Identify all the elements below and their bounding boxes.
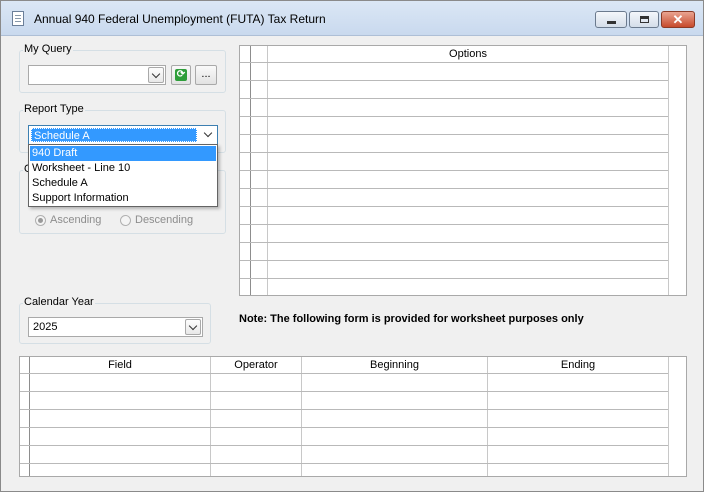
grid-row-line	[240, 80, 668, 81]
calendar-year-combo[interactable]: 2025	[28, 317, 203, 337]
calendar-year-value: 2025	[33, 321, 58, 333]
ascending-radio[interactable]	[35, 215, 46, 226]
worksheet-note: Note: The following form is provided for…	[239, 313, 584, 325]
report-type-selected: Schedule A	[31, 128, 197, 142]
grid-row-line	[20, 463, 668, 464]
grid-row-line	[20, 409, 668, 410]
grid-row-line	[240, 206, 668, 207]
grid-row-line	[20, 427, 668, 428]
close-icon: ✕	[672, 12, 684, 27]
grid-row-line	[240, 170, 668, 171]
dropdown-option[interactable]: Worksheet - Line 10	[30, 161, 216, 176]
grid-column-divider	[487, 357, 488, 476]
app-window: Annual 940 Federal Unemployment (FUTA) T…	[0, 0, 704, 492]
maximize-button[interactable]	[629, 11, 659, 28]
beginning-column-header[interactable]: Beginning	[302, 359, 487, 371]
grid-row-line	[20, 445, 668, 446]
close-button[interactable]: ✕	[661, 11, 695, 28]
my-query-label: My Query	[23, 43, 73, 55]
dropdown-option[interactable]: 940 Draft	[30, 146, 216, 161]
chevron-down-icon[interactable]	[148, 67, 164, 83]
window-title: Annual 940 Federal Unemployment (FUTA) T…	[34, 12, 326, 26]
report-type-dropdown[interactable]: 940 Draft Worksheet - Line 10 Schedule A…	[28, 144, 218, 207]
report-type-label: Report Type	[23, 103, 85, 115]
ending-column-header[interactable]: Ending	[488, 359, 668, 371]
descending-label: Descending	[135, 214, 194, 226]
criteria-grid[interactable]: Field Operator Beginning Ending	[19, 356, 687, 477]
grid-row-line	[240, 134, 668, 135]
report-type-combo[interactable]: Schedule A	[28, 125, 218, 145]
title-bar[interactable]: Annual 940 Federal Unemployment (FUTA) T…	[1, 1, 703, 36]
chevron-down-icon[interactable]	[185, 319, 201, 335]
grid-column-divider	[210, 357, 211, 476]
grid-row-line	[240, 188, 668, 189]
document-icon	[12, 11, 24, 26]
grid-row-line	[20, 391, 668, 392]
grid-row-header-divider	[29, 357, 30, 476]
grid-row-line	[20, 373, 668, 374]
browse-query-button[interactable]: ...	[195, 65, 217, 85]
grid-row-line	[240, 62, 668, 63]
grid-row-line	[240, 224, 668, 225]
grid-row-line	[240, 98, 668, 99]
operator-column-header[interactable]: Operator	[211, 359, 301, 371]
my-query-combo[interactable]	[28, 65, 166, 85]
calendar-year-label: Calendar Year	[23, 296, 95, 308]
dropdown-option[interactable]: Support Information	[30, 191, 216, 206]
grid-column-divider	[267, 46, 268, 295]
options-grid[interactable]: Options	[239, 45, 687, 296]
descending-radio[interactable]	[120, 215, 131, 226]
grid-row-line	[240, 152, 668, 153]
grid-column-divider	[301, 357, 302, 476]
grid-row-line	[240, 242, 668, 243]
grid-row-line	[240, 260, 668, 261]
field-column-header[interactable]: Field	[30, 359, 210, 371]
dropdown-option[interactable]: Schedule A	[30, 176, 216, 191]
grid-row-line	[240, 278, 668, 279]
chevron-down-icon[interactable]	[200, 127, 216, 143]
options-column-header[interactable]: Options	[268, 48, 668, 60]
grid-row-line	[240, 116, 668, 117]
grid-right-border	[668, 357, 669, 476]
maximize-icon	[640, 16, 649, 23]
grid-right-border	[668, 46, 669, 295]
grid-row-header-divider	[250, 46, 251, 295]
minimize-button[interactable]	[595, 11, 627, 28]
ascending-label: Ascending	[50, 214, 102, 226]
refresh-icon: ⟳	[175, 69, 187, 81]
minimize-icon	[607, 21, 616, 24]
refresh-query-button[interactable]: ⟳	[171, 65, 191, 85]
